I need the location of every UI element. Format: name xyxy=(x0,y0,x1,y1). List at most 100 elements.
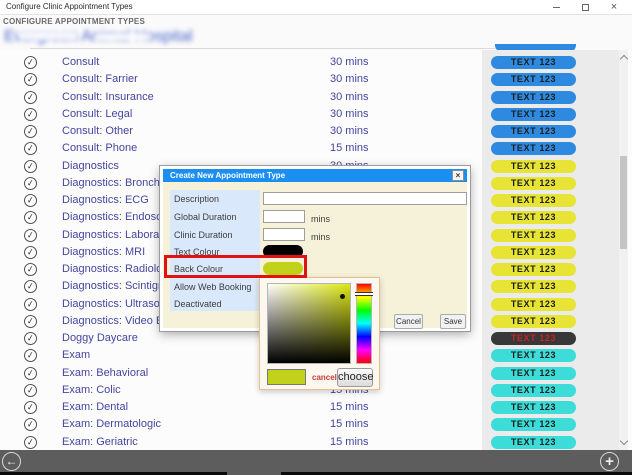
bottom-app-bar: ← + xyxy=(0,450,632,472)
list-item[interactable]: ✓ Consult: Farrier 30 mins TEXT 123 xyxy=(0,71,619,88)
colour-preview-badge: TEXT 123 xyxy=(491,194,576,207)
maximize-button[interactable] xyxy=(574,0,596,14)
duration-label: 15 mins xyxy=(330,142,369,155)
add-appointment-type-button[interactable]: + xyxy=(600,451,619,471)
description-input[interactable] xyxy=(263,192,467,205)
vertical-scrollbar[interactable] xyxy=(619,50,628,450)
check-circle-icon[interactable]: ✓ xyxy=(23,296,38,312)
check-circle-icon[interactable]: ✓ xyxy=(23,193,38,208)
selected-colour-preview xyxy=(267,369,306,385)
appointment-type-label: Diagnostics: Ultrasoun xyxy=(62,297,173,310)
check-circle-icon[interactable]: ✓ xyxy=(23,124,38,139)
appointment-type-label: Diagnostics: Scintigrap xyxy=(62,280,174,293)
duration-label: 15 mins xyxy=(330,435,369,448)
appointment-type-label: Diagnostics: Bronchoa xyxy=(62,176,173,189)
check-circle-icon[interactable]: ✓ xyxy=(23,89,38,105)
colour-preview-badge: TEXT 123 xyxy=(491,228,576,242)
check-circle-icon[interactable]: ✓ xyxy=(23,348,38,364)
appointment-type-label: Consult: Insurance xyxy=(62,90,154,103)
check-circle-icon[interactable]: ✓ xyxy=(23,55,38,70)
colour-preview-badge: TEXT 123 xyxy=(491,176,576,190)
appointment-type-label: Diagnostics: Laborator xyxy=(62,228,173,241)
page-title: CONFIGURE APPOINTMENT TYPES xyxy=(3,17,146,26)
colour-preview-badge: TEXT 123 xyxy=(491,435,576,449)
check-circle-icon[interactable]: ✓ xyxy=(23,175,38,191)
appointment-type-label: Doggy Daycare xyxy=(62,332,138,344)
check-circle-icon[interactable]: ✓ xyxy=(23,141,38,157)
allow-web-booking-label: Allow Web Booking xyxy=(174,282,252,292)
check-circle-icon[interactable]: ✓ xyxy=(23,210,38,226)
check-circle-icon[interactable]: ✓ xyxy=(23,106,38,122)
scrollbar-thumb[interactable] xyxy=(620,156,627,249)
clinic-duration-input[interactable] xyxy=(263,228,305,241)
cancel-button[interactable]: Cancel xyxy=(394,314,423,329)
list-item[interactable]: ✓ Exam: Dental 15 mins TEXT 123 xyxy=(0,399,619,416)
dialog-close-button[interactable]: × xyxy=(452,170,464,181)
appointment-type-label: Exam: Geriatric xyxy=(62,435,138,448)
duration-label: 15 mins xyxy=(330,418,369,431)
global-duration-input[interactable] xyxy=(263,210,305,223)
colour-preview-badge: TEXT 123 xyxy=(491,418,576,432)
check-circle-icon[interactable]: ✓ xyxy=(23,227,38,243)
scroll-up-icon[interactable] xyxy=(619,54,628,64)
list-item[interactable]: ✓ Consult: Insurance 30 mins TEXT 123 xyxy=(0,89,619,106)
colour-preview-badge: TEXT 123 xyxy=(491,401,576,414)
colour-preview-badge: TEXT 123 xyxy=(491,263,576,276)
scroll-down-icon[interactable] xyxy=(619,436,628,446)
check-circle-icon[interactable]: ✓ xyxy=(23,382,38,398)
duration-label: 30 mins xyxy=(330,90,369,103)
global-duration-mins-suffix: mins xyxy=(311,214,331,224)
saturation-value-gradient[interactable] xyxy=(267,283,351,364)
colour-preview-badge: TEXT 123 xyxy=(491,107,576,121)
appointment-type-label: Consult: Farrier xyxy=(62,73,138,86)
list-item[interactable]: ✓ Consult: Phone 15 mins TEXT 123 xyxy=(0,140,619,157)
back-colour-highlight-annotation xyxy=(164,255,307,278)
check-circle-icon[interactable]: ✓ xyxy=(23,365,38,381)
appointment-type-label: Diagnostics: Radiology xyxy=(62,263,174,275)
colour-preview-badge: TEXT 123 xyxy=(491,349,576,363)
check-circle-icon[interactable]: ✓ xyxy=(23,313,38,329)
list-item[interactable]: ✓ Exam: Geriatric 15 mins TEXT 123 xyxy=(0,434,619,451)
close-button[interactable]: × xyxy=(603,0,625,14)
hue-slider[interactable] xyxy=(355,292,373,296)
divider xyxy=(30,48,547,49)
minimize-button[interactable] xyxy=(545,0,567,14)
list-item[interactable]: ✓ Consult: Other 30 mins TEXT 123 xyxy=(0,123,619,140)
check-circle-icon[interactable]: ✓ xyxy=(23,262,38,277)
window-titlebar: Configure Clinic Appointment Types × xyxy=(0,0,632,15)
dialog-titlebar: Create New Appointment Type × xyxy=(163,169,467,182)
check-circle-icon[interactable]: ✓ xyxy=(23,400,38,415)
appointment-type-label: Diagnostics: ECG xyxy=(62,194,149,206)
list-item[interactable]: ✓ Consult 30 mins TEXT 123 xyxy=(0,54,619,71)
colour-selection-dot[interactable] xyxy=(340,294,345,299)
colour-preview-badge: TEXT 123 xyxy=(491,73,576,87)
minimize-icon xyxy=(552,6,560,8)
clinic-duration-label: Clinic Duration xyxy=(174,230,233,240)
global-duration-label: Global Duration xyxy=(174,212,237,222)
save-button[interactable]: Save xyxy=(440,314,466,329)
picker-cancel-link[interactable]: cancel xyxy=(312,373,337,382)
picker-choose-button[interactable]: choose xyxy=(337,368,373,387)
check-circle-icon[interactable]: ✓ xyxy=(23,331,38,346)
check-circle-icon[interactable]: ✓ xyxy=(23,72,38,88)
back-arrow-icon: ← xyxy=(5,454,18,468)
check-circle-icon[interactable]: ✓ xyxy=(23,279,38,295)
colour-preview-badge: TEXT 123 xyxy=(491,211,576,225)
check-circle-icon[interactable]: ✓ xyxy=(23,417,38,433)
clinic-duration-mins-suffix: mins xyxy=(311,232,331,242)
colour-preview-badge: TEXT 123 xyxy=(491,280,576,294)
colour-preview-badge: TEXT 123 xyxy=(491,56,576,69)
duration-label: 15 mins xyxy=(330,401,369,413)
colour-preview-badge: TEXT 123 xyxy=(491,125,576,138)
check-circle-icon[interactable]: ✓ xyxy=(23,158,38,174)
list-item[interactable]: ✓ Consult: Legal 30 mins TEXT 123 xyxy=(0,106,619,123)
back-button[interactable]: ← xyxy=(2,451,21,471)
duration-label: 30 mins xyxy=(330,125,369,137)
appointment-type-label: Exam: Dermatologic xyxy=(62,418,162,431)
list-item[interactable]: ✓ Exam: Dermatologic 15 mins TEXT 123 xyxy=(0,416,619,433)
plus-icon: + xyxy=(605,452,614,470)
check-circle-icon[interactable]: ✓ xyxy=(23,244,38,260)
colour-preview-badge: TEXT 123 xyxy=(491,90,576,104)
check-circle-icon[interactable]: ✓ xyxy=(23,434,38,450)
colour-preview-badge: TEXT 123 xyxy=(491,314,576,328)
